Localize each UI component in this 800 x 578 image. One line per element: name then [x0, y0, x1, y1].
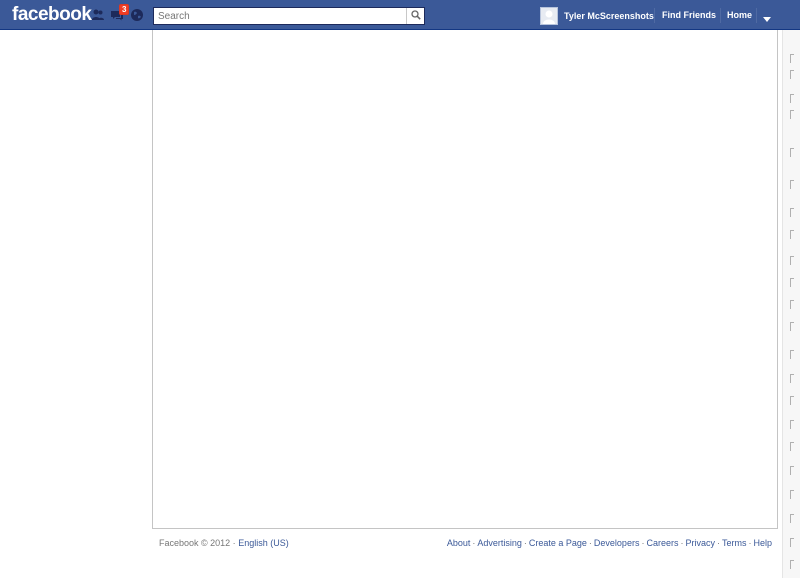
nav-divider — [720, 8, 721, 23]
notifications-globe-icon[interactable] — [130, 8, 144, 22]
sidebar-divider — [790, 538, 794, 547]
footer-link-careers[interactable]: Careers — [646, 538, 678, 548]
sidebar-divider — [790, 278, 794, 287]
page-footer: Facebook © 2012 · English (US) About · Adv… — [152, 530, 778, 558]
sidebar-divider — [790, 256, 794, 265]
sidebar-divider — [790, 350, 794, 359]
find-friends-link[interactable]: Find Friends — [662, 10, 716, 20]
footer-link-developers[interactable]: Developers — [594, 538, 640, 548]
friend-requests-icon[interactable] — [91, 8, 105, 22]
sidebar-divider — [790, 420, 794, 429]
profile-link[interactable]: Tyler McScreenshots — [540, 7, 654, 25]
top-bar: facebook 3 Search Tyler McScreenshots Fi… — [0, 0, 800, 30]
footer-link-create-page[interactable]: Create a Page — [529, 538, 587, 548]
footer-link-help[interactable]: Help — [753, 538, 772, 548]
sidebar-divider — [790, 442, 794, 451]
sidebar-divider — [790, 396, 794, 405]
language-link[interactable]: English (US) — [238, 538, 289, 548]
sidebar-divider — [790, 54, 794, 63]
nav-divider — [654, 8, 655, 23]
right-sidebar-strip — [782, 30, 800, 578]
sidebar-divider — [790, 560, 794, 569]
sidebar-divider — [790, 374, 794, 383]
search-box — [153, 7, 425, 25]
sidebar-divider — [790, 148, 794, 157]
sidebar-divider — [790, 322, 794, 331]
sidebar-divider — [790, 94, 794, 103]
notification-badge: 3 — [119, 4, 130, 15]
sidebar-divider — [790, 300, 794, 309]
sidebar-divider — [790, 490, 794, 499]
sidebar-divider — [790, 110, 794, 119]
footer-link-privacy[interactable]: Privacy — [685, 538, 715, 548]
facebook-logo[interactable]: facebook — [12, 4, 92, 26]
nav-divider — [756, 8, 757, 23]
home-link[interactable]: Home — [727, 10, 752, 20]
footer-link-terms[interactable]: Terms — [722, 538, 747, 548]
sidebar-divider — [790, 70, 794, 79]
footer-link-advertising[interactable]: Advertising — [477, 538, 522, 548]
profile-name: Tyler McScreenshots — [564, 11, 654, 21]
sidebar-divider — [790, 208, 794, 217]
search-input[interactable] — [154, 8, 406, 24]
sidebar-divider — [790, 466, 794, 475]
sidebar-divider — [790, 514, 794, 523]
search-icon — [410, 9, 421, 23]
copyright-text: Facebook © 2012 · — [159, 538, 236, 548]
sidebar-divider — [790, 180, 794, 189]
footer-left: Facebook © 2012 · English (US) — [159, 538, 289, 548]
sidebar-divider — [790, 230, 794, 239]
dropdown-arrow-icon — [763, 13, 771, 25]
avatar — [540, 7, 558, 25]
footer-links: About · Advertising · Create a Page · Develope… — [446, 538, 772, 548]
account-menu-button[interactable] — [763, 13, 771, 25]
main-content-area — [152, 30, 778, 529]
footer-link-about[interactable]: About — [447, 538, 471, 548]
search-button[interactable] — [406, 8, 424, 24]
